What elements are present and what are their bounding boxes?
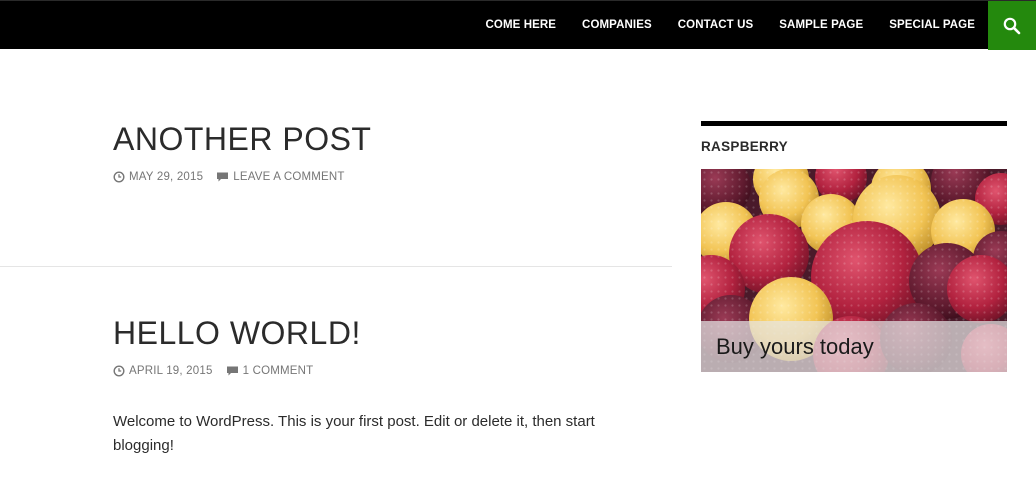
post-excerpt: Welcome to WordPress. This is your first…	[113, 413, 595, 454]
nav-item-special-page[interactable]: SPECIAL PAGE	[876, 1, 988, 50]
nav-item-contact-us[interactable]: CONTACT US	[665, 1, 767, 50]
clock-icon	[113, 171, 125, 183]
post-comments: 1 COMMENT	[242, 365, 314, 377]
sidebar-widget: RASPBERRY Buy yours today	[701, 121, 1007, 372]
widget-top-rule	[701, 121, 1007, 126]
clock-icon	[113, 365, 125, 377]
post-meta: APRIL 19, 2015 1 COMMENT	[113, 365, 653, 377]
post-comments-link[interactable]: LEAVE A COMMENT	[216, 171, 344, 183]
post-another-post: ANOTHER POST MAY 29, 2015 LEAVE A COMMEN…	[113, 121, 653, 183]
search-toggle-button[interactable]	[988, 1, 1036, 50]
primary-navigation: COME HERE COMPANIES CONTACT US SAMPLE PA…	[473, 1, 989, 50]
comment-icon	[226, 366, 238, 376]
post-date-link[interactable]: MAY 29, 2015	[113, 171, 203, 183]
post-date: APRIL 19, 2015	[129, 365, 213, 377]
raspberries-photo[interactable]: Buy yours today	[701, 169, 1007, 372]
post-date-link[interactable]: APRIL 19, 2015	[113, 365, 213, 377]
post-hello-world: HELLO WORLD! APRIL 19, 2015 1 COMMENT We…	[113, 315, 653, 458]
post-title[interactable]: HELLO WORLD!	[113, 315, 653, 351]
image-caption: Buy yours today	[701, 321, 1007, 372]
post-comments: LEAVE A COMMENT	[233, 171, 345, 183]
nav-item-companies[interactable]: COMPANIES	[569, 1, 665, 50]
main-content: ANOTHER POST MAY 29, 2015 LEAVE A COMMEN…	[0, 49, 672, 494]
search-icon	[1003, 17, 1021, 34]
post-title[interactable]: ANOTHER POST	[113, 121, 653, 157]
widget-title: RASPBERRY	[701, 139, 788, 154]
post-comments-link[interactable]: 1 COMMENT	[226, 365, 314, 377]
post-date: MAY 29, 2015	[129, 171, 204, 183]
nav-item-sample-page[interactable]: SAMPLE PAGE	[766, 1, 876, 50]
comment-icon	[217, 172, 229, 182]
nav-item-come-here[interactable]: COME HERE	[473, 1, 570, 50]
post-meta: MAY 29, 2015 LEAVE A COMMENT	[113, 171, 653, 183]
post-divider	[0, 266, 672, 267]
site-header: COME HERE COMPANIES CONTACT US SAMPLE PA…	[0, 0, 1036, 50]
